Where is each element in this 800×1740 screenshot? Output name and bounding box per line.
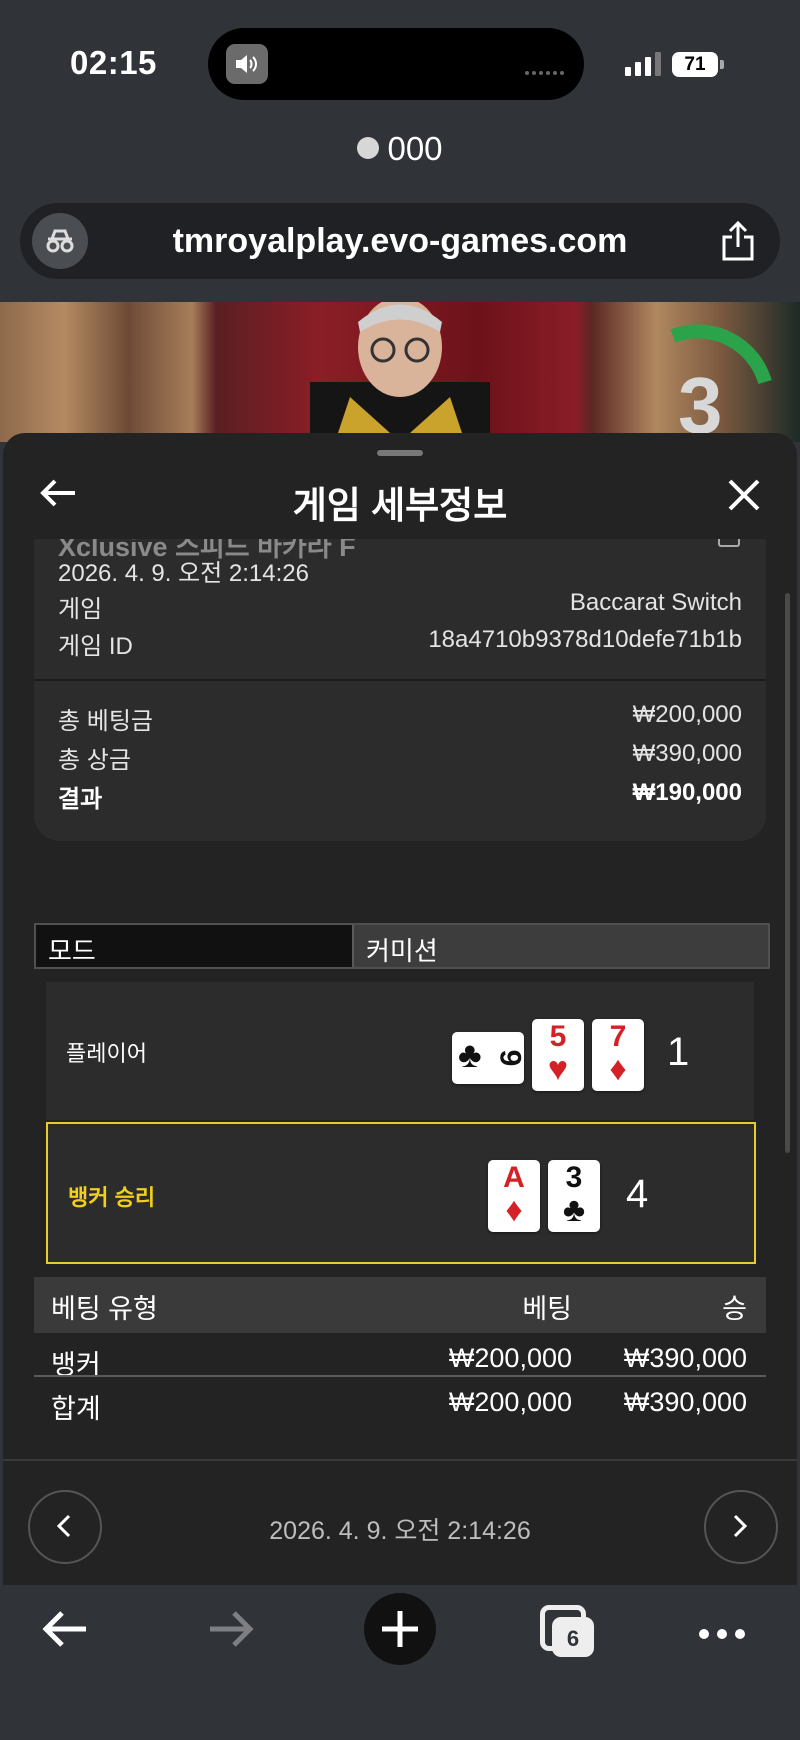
battery-indicator: 71 (672, 52, 718, 77)
game-info-card: Xclusive 스피드 바카라 F 2026. 4. 9. 오전 2:14:2… (34, 539, 766, 679)
incognito-icon[interactable] (32, 213, 88, 269)
mode-bar: 모드 커미션 (34, 923, 770, 969)
browser-forward-button[interactable] (208, 1609, 256, 1654)
game-id-label: 게임 ID (58, 633, 133, 660)
battery-tip (720, 60, 724, 69)
header-win: 승 (722, 1294, 747, 1324)
card-suit: ♣ (562, 1191, 586, 1229)
playing-card: 5 ♥ (532, 1019, 584, 1091)
details-scroll-area[interactable]: Xclusive 스피드 바카라 F 2026. 4. 9. 오전 2:14:2… (3, 539, 797, 1465)
tab-count: 6 (552, 1617, 594, 1657)
address-bar[interactable]: tmroyalplay.evo-games.com (20, 203, 780, 279)
bet-amount-cell: ₩200,000 (448, 1343, 572, 1373)
more-dots-icon (699, 1629, 745, 1639)
player-label: 플레이어 (66, 1041, 147, 1066)
card-suit: ♣ (458, 1034, 482, 1075)
tabs-button[interactable]: 6 (540, 1605, 596, 1661)
banker-score: 4 (626, 1172, 649, 1216)
result-value: ₩190,000 (632, 779, 742, 806)
playing-card: A ♦ (488, 1160, 540, 1232)
dynamic-island (208, 28, 584, 100)
banker-win-label: 뱅커 승리 (68, 1185, 156, 1210)
footer-divider (3, 1459, 797, 1461)
playing-card: ♣ 9 (452, 1032, 527, 1084)
card-rank: 3 (565, 1161, 583, 1194)
player-hand: 플레이어 ♣ 9 5 ♥ 7 ♦ 1 (46, 982, 754, 1120)
browser-toolbar: 6 (0, 1585, 800, 1740)
speaker-icon (226, 44, 268, 84)
total-bet-label: 총 베팅금 (58, 708, 153, 735)
url-text[interactable]: tmroyalplay.evo-games.com (100, 222, 700, 261)
total-bet-cell: ₩200,000 (448, 1387, 572, 1417)
plus-icon (382, 1611, 418, 1647)
card-rank: 9 (493, 1049, 527, 1067)
dealer-image (310, 302, 490, 442)
browser-back-button[interactable] (40, 1609, 88, 1654)
total-win-cell: ₩390,000 (623, 1387, 747, 1417)
round-datetime: 2026. 4. 9. 오전 2:14:26 (269, 1517, 531, 1545)
game-label: 게임 (58, 596, 103, 623)
status-bar: 02:15 71 (0, 0, 800, 120)
total-bet-row: 총 베팅금 ₩200,000 (58, 701, 742, 736)
chevron-right-icon (733, 1514, 748, 1538)
game-id-value: 18a4710b9378d10defe71b1b (428, 626, 742, 653)
more-menu-button[interactable] (698, 1627, 746, 1645)
scrollbar[interactable] (785, 593, 790, 1153)
datetime-row: 2026. 4. 9. 오전 2:14:26 (58, 553, 742, 588)
total-win-value: ₩390,000 (632, 740, 742, 767)
round-badge: 3 (678, 361, 723, 442)
sheet-title: 게임 세부정보 (292, 485, 508, 526)
playing-card: 3 ♣ (548, 1160, 600, 1232)
live-video-feed: 3 (0, 302, 800, 442)
clock: 02:15 (70, 44, 157, 81)
game-id-row: 게임 ID 18a4710b9378d10defe71b1b (58, 626, 742, 661)
table-total-row: 합계 ₩200,000 ₩390,000 (34, 1377, 766, 1424)
card-rank: A (503, 1161, 525, 1194)
mode-value: 커미션 (366, 936, 438, 966)
total-win-row: 총 상금 ₩390,000 (58, 740, 742, 775)
result-row: 결과 ₩190,000 (58, 779, 742, 814)
game-details-sheet: 게임 세부정보 Xclusive 스피드 바카라 F 2026. 4. 9. 오… (3, 433, 797, 1585)
close-icon[interactable] (727, 478, 761, 517)
activity-dots-icon (522, 62, 564, 80)
total-win-label: 총 상금 (58, 747, 131, 774)
sheet-drag-handle[interactable] (377, 450, 423, 456)
game-value: Baccarat Switch (569, 589, 742, 616)
card-suit: ♦ (505, 1191, 523, 1229)
record-dot-icon (357, 137, 380, 159)
banker-hand: 뱅커 승리 A ♦ 3 ♣ 4 (46, 1122, 756, 1264)
total-label-cell: 합계 (51, 1394, 101, 1424)
recording-indicator: 000 (0, 130, 800, 168)
mode-label: 모드 (48, 936, 96, 966)
bet-table-header: 베팅 유형 베팅 승 (34, 1277, 766, 1333)
bet-summary-card: 총 베팅금 ₩200,000 총 상금 ₩390,000 결과 ₩190,000 (34, 681, 766, 841)
recording-label: 000 (387, 130, 443, 167)
card-suit: ♦ (609, 1050, 627, 1088)
game-row: 게임 Baccarat Switch (58, 589, 742, 624)
playing-card: 7 ♦ (592, 1019, 644, 1091)
card-rank: 5 (549, 1020, 567, 1053)
header-bet: 베팅 (522, 1294, 572, 1324)
next-round-button[interactable] (704, 1490, 778, 1564)
result-label: 결과 (58, 786, 103, 813)
card-suit: ♥ (547, 1050, 569, 1088)
win-amount-cell: ₩390,000 (623, 1343, 747, 1373)
player-score: 1 (667, 1030, 690, 1074)
header-bet-type: 베팅 유형 (51, 1294, 158, 1324)
share-icon[interactable] (720, 220, 756, 266)
copy-icon[interactable] (718, 539, 740, 547)
datetime-text: 2026. 4. 9. 오전 2:14:26 (58, 560, 309, 587)
table-row: 뱅커 ₩200,000 ₩390,000 (34, 1333, 766, 1380)
new-tab-button[interactable] (364, 1593, 436, 1665)
card-rank: 7 (609, 1020, 627, 1053)
total-bet-value: ₩200,000 (632, 701, 742, 728)
